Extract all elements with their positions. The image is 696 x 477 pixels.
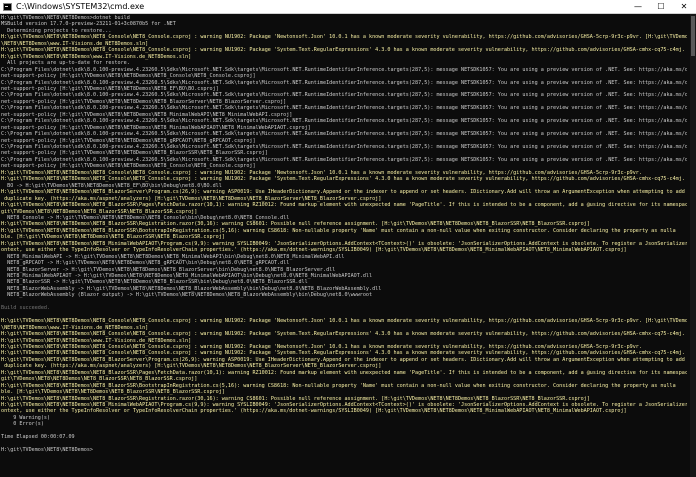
minimize-button[interactable]: — — [627, 0, 649, 13]
vertical-scrollbar[interactable] — [690, 14, 696, 477]
close-button[interactable]: ✕ — [673, 0, 695, 13]
window-titlebar: C:\Windows\SYSTEM32\cmd.exe — ☐ ✕ — [0, 0, 696, 14]
console-line: H:\git\TVDemos\NET8\NET8Demos> — [1, 447, 94, 454]
window-title: C:\Windows\SYSTEM32\cmd.exe — [16, 2, 145, 11]
cmd-app-icon — [3, 3, 12, 11]
console-output[interactable]: H:\git\TVDemos\NET8\NET8Demos>dotnet bui… — [0, 14, 690, 477]
maximize-button[interactable]: ☐ — [650, 0, 672, 13]
scrollbar-thumb[interactable] — [691, 16, 695, 56]
